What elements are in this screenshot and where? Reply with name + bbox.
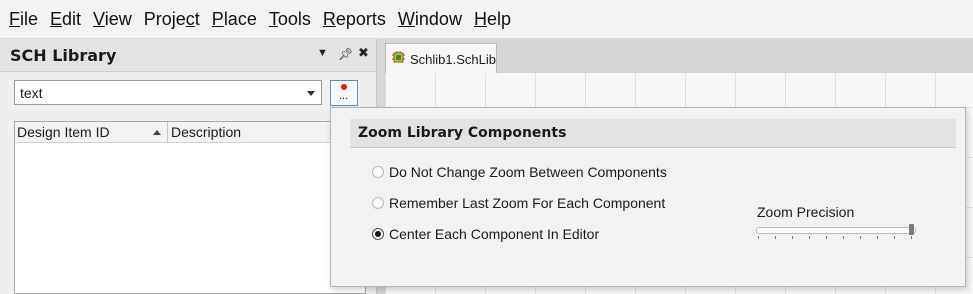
column-divider[interactable] <box>167 122 168 142</box>
panel-header: SCH Library ▼ 📌︎ ✖ <box>0 39 376 72</box>
sort-ascending-icon <box>153 130 161 135</box>
slider-tick <box>826 236 827 239</box>
slider-thumb[interactable] <box>909 224 914 235</box>
close-icon[interactable]: ✖ <box>358 45 369 61</box>
sch-library-panel: SCH Library ▼ 📌︎ ✖ text ... Design Item … <box>0 39 377 294</box>
column-header-design-item-id[interactable]: Design Item ID <box>17 124 110 140</box>
zoom-library-components-popup: Zoom Library Components Do Not Change Zo… <box>330 107 966 287</box>
menu-help[interactable]: Help <box>469 9 516 30</box>
options-dots: ... <box>339 90 349 102</box>
menu-project[interactable]: Project <box>139 9 205 30</box>
slider-tick <box>860 236 861 239</box>
grid-header: Design Item ID Description <box>15 122 365 143</box>
zoom-precision-slider[interactable] <box>756 223 916 239</box>
zoom-precision-label: Zoom Precision <box>757 204 855 220</box>
zoom-options-button[interactable]: ... <box>330 80 358 106</box>
radio-remember-last-zoom[interactable] <box>372 197 384 209</box>
chevron-down-icon[interactable] <box>307 91 315 96</box>
menu-bar: File Edit View Project Place Tools Repor… <box>0 0 973 39</box>
tab-label: Schlib1.SchLib <box>410 52 496 67</box>
radio-do-not-change-zoom[interactable] <box>372 166 384 178</box>
menu-window[interactable]: Window <box>393 9 467 30</box>
menu-tools[interactable]: Tools <box>264 9 316 30</box>
slider-tick <box>792 236 793 239</box>
schlib-file-icon <box>392 51 405 63</box>
panel-menu-icon[interactable]: ▼ <box>317 47 328 59</box>
slider-tick <box>809 236 810 239</box>
option-label: Do Not Change Zoom Between Components <box>389 164 667 180</box>
slider-tick <box>894 236 895 239</box>
popup-title: Zoom Library Components <box>358 125 567 141</box>
filter-input[interactable]: text <box>20 85 43 101</box>
tab-schlib1[interactable]: Schlib1.SchLib <box>385 43 497 73</box>
slider-tick <box>877 236 878 239</box>
menu-view[interactable]: View <box>88 9 137 30</box>
column-header-description[interactable]: Description <box>171 124 241 140</box>
menu-edit[interactable]: Edit <box>45 9 86 30</box>
menu-place[interactable]: Place <box>207 9 262 30</box>
slider-tick <box>843 236 844 239</box>
slider-track[interactable] <box>756 227 916 234</box>
slider-tick <box>758 236 759 239</box>
popup-header: Zoom Library Components <box>350 119 956 148</box>
components-grid[interactable]: Design Item ID Description <box>14 121 366 294</box>
option-label: Center Each Component In Editor <box>389 226 600 242</box>
menu-reports[interactable]: Reports <box>318 9 391 30</box>
pin-icon[interactable]: 📌︎ <box>338 47 353 61</box>
menu-file[interactable]: File <box>4 9 43 30</box>
slider-tick <box>775 236 776 239</box>
filter-combobox[interactable]: text <box>14 80 322 105</box>
option-label: Remember Last Zoom For Each Component <box>389 195 666 211</box>
slider-tick <box>911 236 912 239</box>
panel-title: SCH Library <box>10 46 117 65</box>
radio-center-component[interactable] <box>372 228 384 240</box>
